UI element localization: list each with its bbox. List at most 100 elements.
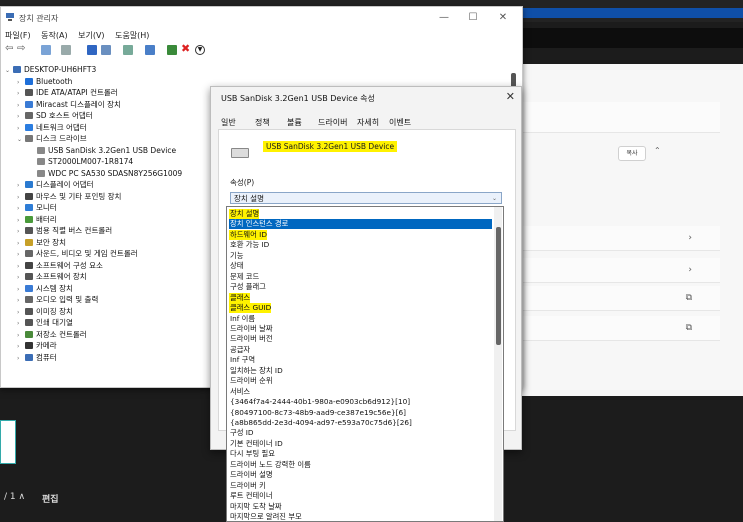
scan-hardware-icon[interactable] bbox=[123, 45, 133, 55]
tree-node[interactable]: › 보안 장치 bbox=[17, 237, 66, 248]
dropdown-option[interactable]: 공급자 bbox=[229, 345, 250, 355]
dropdown-option[interactable]: 기본 컨테이너 ID bbox=[229, 439, 283, 449]
chevron-right-icon[interactable]: › bbox=[17, 203, 25, 214]
tree-node[interactable]: › 소프트웨어 구성 요소 bbox=[17, 260, 103, 271]
download-icon[interactable]: ▼ bbox=[195, 45, 205, 55]
chevron-right-icon[interactable]: › bbox=[17, 341, 25, 352]
chevron-right-icon[interactable]: › bbox=[17, 353, 25, 364]
dropdown-option[interactable]: Inf 구역 bbox=[229, 355, 255, 365]
edit-button[interactable]: 편집 bbox=[42, 492, 59, 505]
dropdown-option[interactable]: 호환 가능 ID bbox=[229, 240, 269, 250]
chevron-right-icon[interactable]: › bbox=[17, 249, 25, 260]
chevron-right-icon[interactable]: › bbox=[17, 123, 25, 134]
tab-volume[interactable]: 볼륨 bbox=[287, 117, 302, 128]
uninstall-icon[interactable]: ✖ bbox=[181, 42, 191, 55]
settings-card[interactable]: ⧉ bbox=[520, 316, 720, 341]
chevron-right-icon[interactable]: › bbox=[17, 261, 25, 272]
dropdown-option[interactable]: 드라이버 키 bbox=[229, 481, 266, 491]
details-icon[interactable] bbox=[101, 45, 111, 55]
tree-node[interactable]: › 오디오 입력 및 출력 bbox=[17, 294, 98, 305]
dropdown-option[interactable]: Inf 이름 bbox=[229, 314, 255, 324]
tree-node[interactable]: ⌄ 디스크 드라이브 bbox=[17, 133, 87, 144]
minimize-button[interactable]: — bbox=[434, 11, 454, 25]
chevron-right-icon[interactable]: › bbox=[17, 180, 25, 191]
monitor-icon[interactable] bbox=[145, 45, 155, 55]
chevron-right-icon[interactable]: › bbox=[17, 284, 25, 295]
chevron-right-icon[interactable]: › bbox=[17, 318, 25, 329]
chevron-right-icon[interactable]: › bbox=[17, 307, 25, 318]
menu-file[interactable]: 파일(F) bbox=[5, 31, 31, 40]
dropdown-option[interactable]: 드라이버 순위 bbox=[229, 376, 273, 386]
chevron-right-icon[interactable]: › bbox=[17, 272, 25, 283]
tree-node[interactable]: WDC PC SA530 SDASN8Y256G1009 bbox=[29, 168, 182, 179]
tree-node[interactable]: › Bluetooth bbox=[17, 76, 72, 87]
dropdown-option[interactable]: 드라이버 설명 bbox=[229, 470, 273, 480]
menu-view[interactable]: 보기(V) bbox=[78, 31, 104, 40]
forward-arrow-icon[interactable]: ⇨ bbox=[17, 43, 27, 54]
tree-node[interactable]: › 저장소 컨트롤러 bbox=[17, 329, 87, 340]
dropdown-option[interactable]: 상태 bbox=[229, 261, 243, 271]
dropdown-option[interactable]: 클래스 GUID bbox=[229, 303, 272, 314]
chevron-right-icon[interactable]: › bbox=[17, 88, 25, 99]
dropdown-option[interactable]: 드라이버 날짜 bbox=[229, 324, 273, 334]
dropdown-option[interactable]: 문제 코드 bbox=[229, 272, 259, 282]
tree-node[interactable]: › 인쇄 대기열 bbox=[17, 317, 73, 328]
tree-node[interactable]: › 네트워크 어댑터 bbox=[17, 122, 87, 133]
tree-node[interactable]: › 디스플레이 어댑터 bbox=[17, 179, 94, 190]
update-driver-icon[interactable] bbox=[167, 45, 177, 55]
dropdown-option[interactable]: 루트 컨테이너 bbox=[229, 491, 273, 501]
chevron-right-icon[interactable]: › bbox=[17, 215, 25, 226]
property-select[interactable]: 장치 설명 ⌄ bbox=[230, 192, 502, 204]
tab-policy[interactable]: 정책 bbox=[255, 117, 270, 128]
tree-node[interactable]: › Miracast 디스플레이 장치 bbox=[17, 99, 121, 110]
chevron-right-icon[interactable]: › bbox=[17, 192, 25, 203]
dropdown-option[interactable]: 구성 ID bbox=[229, 428, 254, 438]
tree-node[interactable]: › 배터리 bbox=[17, 214, 57, 225]
tab-details[interactable]: 자세히 bbox=[357, 117, 379, 128]
chevron-right-icon[interactable]: › bbox=[17, 77, 25, 88]
tree-node[interactable]: › 범용 직렬 버스 컨트롤러 bbox=[17, 225, 112, 236]
dropdown-option[interactable]: 서비스 bbox=[229, 387, 250, 397]
tree-node[interactable]: › 소프트웨어 장치 bbox=[17, 271, 87, 282]
back-arrow-icon[interactable]: ⇦ bbox=[5, 43, 15, 54]
dropdown-option[interactable]: 기능 bbox=[229, 251, 243, 261]
menu-help[interactable]: 도움말(H) bbox=[115, 31, 149, 40]
tree-node[interactable]: › 마우스 및 기타 포인팅 장치 bbox=[17, 191, 121, 202]
chevron-right-icon[interactable]: › bbox=[17, 226, 25, 237]
dropdown-option[interactable]: 마지막 도착 날짜 bbox=[229, 502, 282, 512]
settings-card[interactable]: › bbox=[520, 258, 720, 283]
chevron-right-icon[interactable]: › bbox=[17, 330, 25, 341]
help-icon[interactable] bbox=[87, 45, 97, 55]
tab-general[interactable]: 일반 bbox=[221, 117, 236, 128]
tree-node[interactable]: USB SanDisk 3.2Gen1 USB Device bbox=[29, 145, 176, 156]
settings-card[interactable]: ⧉ bbox=[520, 286, 720, 311]
dropdown-option[interactable]: 마지막으로 알려진 부모 bbox=[229, 512, 302, 521]
tree-node[interactable]: › 컴퓨터 bbox=[17, 352, 57, 363]
tab-driver[interactable]: 드라이버 bbox=[318, 117, 347, 128]
menu-action[interactable]: 동작(A) bbox=[41, 31, 67, 40]
tree-node[interactable]: › 사운드, 비디오 및 게임 컨트롤러 bbox=[17, 248, 138, 259]
copy-button[interactable]: 복사 bbox=[618, 146, 646, 161]
device-manager-titlebar[interactable]: 장치 관리자 — ☐ ✕ bbox=[1, 7, 522, 29]
tab-events[interactable]: 이벤트 bbox=[389, 117, 411, 128]
chevron-right-icon[interactable]: › bbox=[17, 100, 25, 111]
dropdown-option[interactable]: 드라이버 버전 bbox=[229, 334, 273, 344]
close-icon[interactable]: ✕ bbox=[506, 90, 515, 103]
chevron-right-icon[interactable]: › bbox=[17, 111, 25, 122]
chevron-down-icon[interactable]: ⌄ bbox=[5, 65, 13, 76]
tree-node[interactable]: › 모니터 bbox=[17, 202, 57, 213]
tree-node[interactable]: › IDE ATA/ATAPI 컨트롤러 bbox=[17, 87, 118, 98]
properties-icon[interactable] bbox=[61, 45, 71, 55]
dropdown-option[interactable]: 드라이버 노드 강력한 이름 bbox=[229, 460, 311, 470]
dropdown-option[interactable]: {80497100-8c73-48b9-aad9-ce387e19c56e}[6… bbox=[229, 408, 406, 418]
close-button[interactable]: ✕ bbox=[493, 11, 513, 25]
chevron-down-icon[interactable]: ⌄ bbox=[17, 134, 25, 145]
dropdown-option[interactable]: 장치 인스턴스 경로 bbox=[229, 219, 492, 230]
tree-node[interactable]: › 시스템 장치 bbox=[17, 283, 73, 294]
dropdown-option[interactable]: 다시 부팅 필요 bbox=[229, 449, 275, 459]
tree-node[interactable]: ST2000LM007-1R8174 bbox=[29, 156, 133, 167]
scrollbar-thumb[interactable] bbox=[496, 227, 501, 345]
tree-node[interactable]: › 카메라 bbox=[17, 340, 57, 351]
dropdown-option[interactable]: {3464f7a4-2444-40b1-980a-e0903cb6d912}[1… bbox=[229, 397, 410, 407]
chevron-up-icon[interactable]: ⌃ bbox=[654, 146, 661, 155]
